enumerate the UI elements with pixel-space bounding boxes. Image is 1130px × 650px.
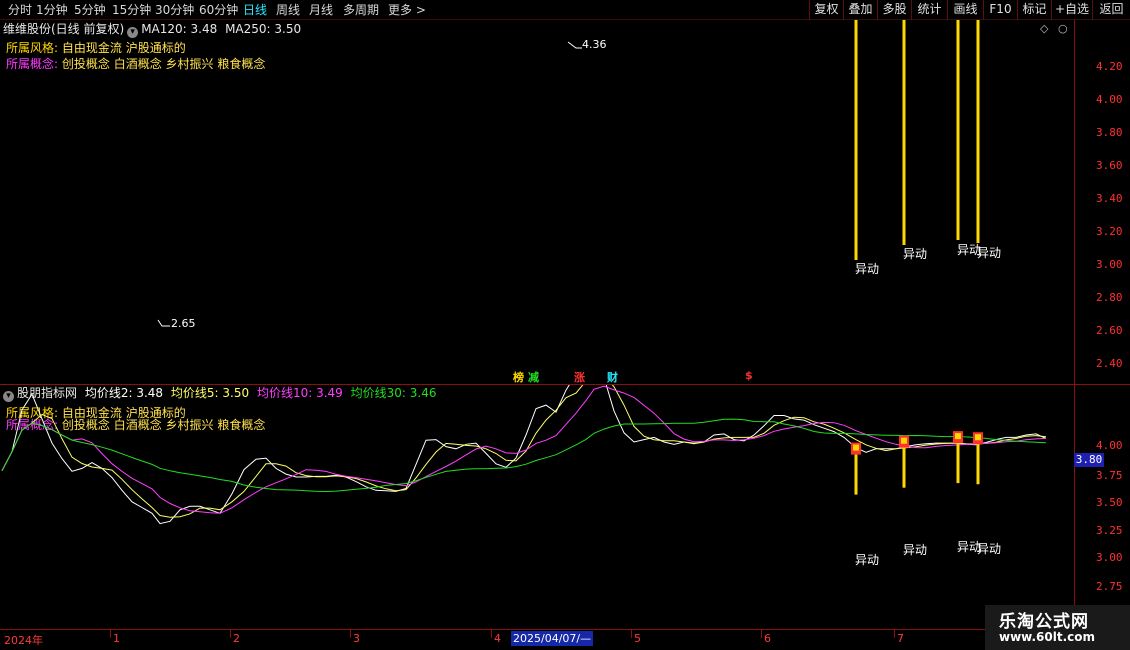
- candlestick-chart[interactable]: [0, 20, 1074, 384]
- signal-label: 异动: [903, 543, 928, 557]
- event-mark-finance[interactable]: 财: [607, 369, 618, 385]
- indicator-chart[interactable]: [0, 385, 1074, 629]
- main-y-tick: 2.40: [1096, 357, 1123, 370]
- period-tab-30min[interactable]: 30分钟: [155, 2, 194, 18]
- sub-y-tick: 3.50: [1096, 496, 1123, 509]
- signal-label: 异动: [977, 246, 1002, 260]
- back-button[interactable]: 返回: [1092, 0, 1130, 20]
- event-mark-dollar[interactable]: $: [745, 369, 753, 382]
- signal-label: 异动: [903, 247, 928, 261]
- event-mark-rank[interactable]: 榜: [513, 369, 524, 385]
- date-label: 3: [353, 632, 360, 645]
- period-tab-weekly[interactable]: 周线: [276, 2, 300, 18]
- signal-label: 异动: [977, 542, 1002, 556]
- sub-y-tick: 2.75: [1096, 580, 1123, 593]
- low-pointer: [157, 319, 170, 327]
- date-tick: [761, 630, 762, 638]
- period-tab-1min[interactable]: 1分钟: [36, 2, 68, 18]
- event-mark-reduce[interactable]: 减: [528, 369, 539, 385]
- selected-date: 2025/04/07/—: [511, 631, 594, 646]
- period-tab-monthly[interactable]: 月线: [309, 2, 333, 18]
- multi-stock-button[interactable]: 多股: [877, 0, 911, 20]
- adjust-button[interactable]: 复权: [809, 0, 843, 20]
- mark-button[interactable]: 标记: [1017, 0, 1051, 20]
- high-pointer: [567, 41, 582, 49]
- date-tick: [350, 630, 351, 638]
- signal-label: 异动: [855, 553, 880, 567]
- period-tab-daily[interactable]: 日线: [243, 2, 267, 18]
- date-label: 1: [113, 632, 120, 645]
- signal-marker: [975, 434, 981, 441]
- date-label: 5: [634, 632, 641, 645]
- date-label: 4: [494, 632, 501, 645]
- main-y-tick: 4.20: [1096, 60, 1123, 73]
- toolbar: 分时 1分钟 5分钟 15分钟 30分钟 60分钟 日线 周线 月线 多周期 更…: [0, 0, 1130, 20]
- current-price-tag: 3.80: [1074, 453, 1104, 467]
- signal-marker: [955, 433, 961, 440]
- add-watchlist-button[interactable]: +自选: [1051, 0, 1092, 20]
- draw-line-button[interactable]: 画线: [947, 0, 983, 20]
- sub-y-tick: 3.25: [1096, 524, 1123, 537]
- main-y-tick: 4.00: [1096, 93, 1123, 106]
- period-tab-more[interactable]: 更多 >: [388, 2, 426, 18]
- main-y-tick: 2.80: [1096, 291, 1123, 304]
- date-label: 2024年: [4, 634, 43, 647]
- watermark-title: 乐淘公式网: [999, 612, 1089, 632]
- date-axis[interactable]: 2024年 1 2 3 4 2025/04/07/— 5 6 7: [0, 629, 1130, 650]
- sub-y-tick: 4.00: [1096, 439, 1123, 452]
- main-y-tick: 3.60: [1096, 159, 1123, 172]
- date-tick: [230, 630, 231, 638]
- site-watermark: 乐淘公式网 www.60lt.com: [985, 605, 1130, 650]
- main-y-tick: 3.20: [1096, 225, 1123, 238]
- f10-button[interactable]: F10: [983, 0, 1017, 20]
- overlay-button[interactable]: 叠加: [843, 0, 877, 20]
- period-tab-15min[interactable]: 15分钟: [112, 2, 151, 18]
- signal-marker: [853, 444, 859, 451]
- main-y-tick: 3.40: [1096, 192, 1123, 205]
- main-y-tick: 2.60: [1096, 324, 1123, 337]
- date-tick: [631, 630, 632, 638]
- signal-label: 异动: [855, 262, 880, 276]
- period-tab-multi[interactable]: 多周期: [343, 2, 379, 18]
- date-label: 2: [233, 632, 240, 645]
- main-y-tick: 3.80: [1096, 126, 1123, 139]
- avg-line: [1, 385, 1047, 525]
- sub-y-tick: 3.75: [1096, 469, 1123, 482]
- date-tick: [110, 630, 111, 638]
- signal-marker: [901, 437, 907, 444]
- date-tick: [491, 630, 492, 638]
- watermark-url: www.60lt.com: [999, 630, 1096, 644]
- period-tab-5min[interactable]: 5分钟: [74, 2, 106, 18]
- statistics-button[interactable]: 统计: [911, 0, 947, 20]
- avg-line: [1, 418, 1047, 493]
- date-tick: [894, 630, 895, 638]
- date-label: 6: [764, 632, 771, 645]
- period-tab-intraday[interactable]: 分时: [8, 2, 32, 18]
- main-y-tick: 3.00: [1096, 258, 1123, 271]
- sub-y-tick: 3.00: [1096, 551, 1123, 564]
- period-tab-60min[interactable]: 60分钟: [199, 2, 238, 18]
- event-mark-limit-up[interactable]: 涨: [574, 369, 585, 385]
- date-label: 7: [897, 632, 904, 645]
- high-price-label: 4.36: [582, 38, 607, 51]
- low-price-label: 2.65: [171, 317, 196, 330]
